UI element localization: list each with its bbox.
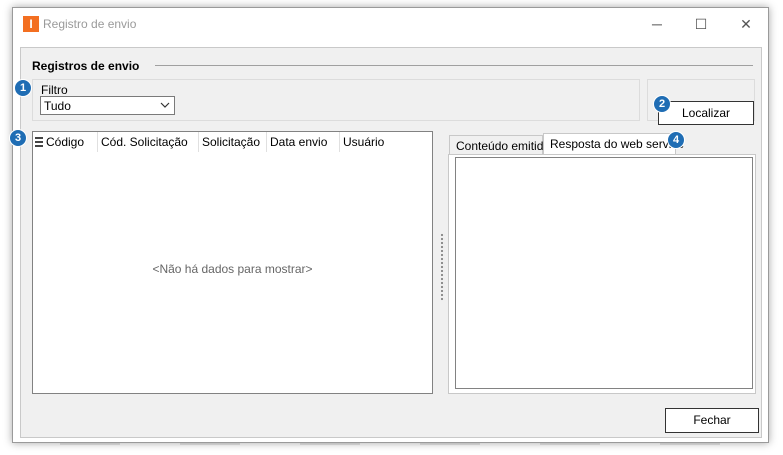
- tab-resposta-web-service[interactable]: Resposta do web service: [543, 133, 684, 155]
- content-panel: Registros de envio Filtro Tudo Localizar…: [20, 47, 762, 438]
- tab-conteudo-emitido[interactable]: Conteúdo emitido: [449, 135, 550, 155]
- column-header-codigo[interactable]: Código: [43, 132, 98, 152]
- callout-badge-2: 2: [653, 95, 671, 113]
- column-header-data-envio[interactable]: Data envio: [267, 132, 340, 152]
- maximize-button[interactable]: ☐: [678, 8, 724, 40]
- column-header-solicitacao[interactable]: Solicitação: [199, 132, 267, 152]
- app-icon: I: [23, 16, 39, 32]
- callout-badge-3: 3: [9, 129, 27, 147]
- title-bar: I Registro de envio ─ ☐ ✕: [13, 8, 768, 40]
- close-window-button[interactable]: ✕: [723, 8, 769, 40]
- group-label: Registros de envio: [32, 59, 140, 73]
- group-divider: [155, 65, 753, 66]
- filter-label: Filtro: [41, 83, 68, 97]
- window-title: Registro de envio: [43, 17, 137, 31]
- records-grid[interactable]: Código Cód. Solicitação Solicitação Data…: [32, 131, 433, 394]
- filter-select[interactable]: Tudo: [40, 96, 175, 115]
- column-chooser-icon[interactable]: [35, 137, 43, 147]
- chevron-down-icon: [160, 102, 170, 108]
- callout-badge-1: 1: [14, 79, 32, 97]
- response-textarea[interactable]: [455, 157, 753, 389]
- grid-header: Código Cód. Solicitação Solicitação Data…: [33, 132, 432, 152]
- minimize-button[interactable]: ─: [634, 8, 680, 40]
- column-header-usuario[interactable]: Usuário: [340, 132, 432, 152]
- dialog-window: I Registro de envio ─ ☐ ✕ Registros de e…: [12, 7, 769, 443]
- grid-empty-message: <Não há dados para mostrar>: [152, 262, 313, 276]
- column-header-cod-solicitacao[interactable]: Cód. Solicitação: [98, 132, 199, 152]
- tab-control: Conteúdo emitido Resposta do web service: [448, 131, 756, 394]
- callout-badge-4: 4: [667, 131, 685, 149]
- close-button[interactable]: Fechar: [665, 408, 759, 433]
- locate-button[interactable]: Localizar: [658, 101, 754, 125]
- splitter-handle[interactable]: [440, 233, 445, 301]
- tab-body: [448, 154, 756, 394]
- filter-select-value: Tudo: [44, 99, 71, 113]
